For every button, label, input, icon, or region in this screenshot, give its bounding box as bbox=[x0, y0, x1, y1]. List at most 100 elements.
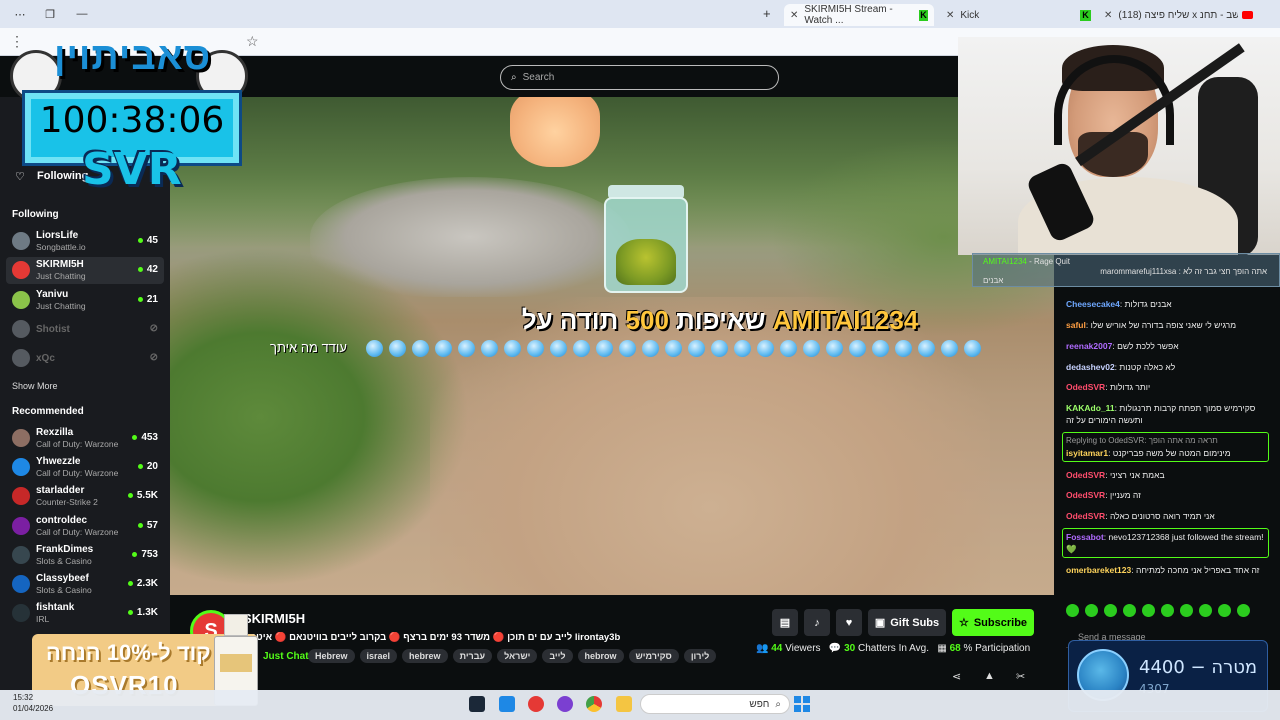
chrome-icon[interactable] bbox=[586, 696, 602, 712]
sidebar-item-fishtank[interactable]: fishtank IRL 1.3K bbox=[6, 600, 164, 627]
chat-username[interactable]: OdedSVR bbox=[1066, 382, 1105, 392]
chat-username[interactable]: OdedSVR bbox=[1066, 511, 1105, 521]
steam-icon[interactable] bbox=[469, 696, 485, 712]
chat-message[interactable]: omerbareket123: זה אחד באפריל אני מחכה ל… bbox=[1066, 564, 1276, 576]
water-drop-icon bbox=[803, 340, 820, 357]
sidebar-item-yanivu[interactable]: Yanivu Just Chatting 21 bbox=[6, 287, 164, 314]
chat-message[interactable]: OdedSVR: אני תמיד רואה סרטונים כאלה bbox=[1066, 510, 1276, 522]
sidebar-item-controldec[interactable]: controldec Call of Duty: Warzone 57 bbox=[6, 513, 164, 540]
report-icon[interactable]: ▲ bbox=[984, 670, 995, 682]
new-tab-button[interactable]: + bbox=[763, 6, 771, 21]
sidebar-heading: Recommended bbox=[12, 406, 84, 417]
chat-message[interactable]: Cheesecake4: אבנים גדולות bbox=[1066, 298, 1276, 310]
stream-tag[interactable]: Hebrew bbox=[308, 649, 355, 663]
clock-date: 01/04/2026 bbox=[13, 704, 54, 713]
emote-icon[interactable] bbox=[1161, 604, 1174, 617]
windows-start-icon[interactable] bbox=[794, 696, 810, 712]
stream-tag[interactable]: לירון bbox=[683, 649, 717, 663]
emote-icon[interactable] bbox=[1199, 604, 1212, 617]
chat-username[interactable]: Cheesecake4 bbox=[1066, 299, 1120, 309]
emote-icon[interactable] bbox=[1104, 604, 1117, 617]
theater-mode-button[interactable]: ▤ bbox=[772, 609, 798, 636]
chat-message[interactable]: OdedSVR: יותר גדולות bbox=[1066, 381, 1276, 393]
sidebar-item-liorslife[interactable]: LiorsLife Songbattle.io 45 bbox=[6, 228, 164, 255]
chat-text: מינימום המטה של משה פבריקנט bbox=[1112, 448, 1231, 458]
close-tab-icon[interactable]: ✕ bbox=[790, 10, 798, 21]
sidebar-item-xqc[interactable]: xQc ⊘ bbox=[6, 345, 164, 372]
emote-icon[interactable] bbox=[1123, 604, 1136, 617]
stream-tag[interactable]: ישראל bbox=[497, 649, 538, 663]
sidebar-item-yhwezzle[interactable]: Yhwezzle Call of Duty: Warzone 20 bbox=[6, 454, 164, 481]
app-icon[interactable] bbox=[528, 696, 544, 712]
gift-subs-button[interactable]: ▣ Gift Subs bbox=[868, 609, 946, 636]
emote-icon[interactable] bbox=[1180, 604, 1193, 617]
chat-username[interactable]: saful bbox=[1066, 320, 1086, 330]
stream-tag[interactable]: hebrow bbox=[577, 649, 624, 663]
sidebar-following-link[interactable]: Following bbox=[37, 170, 88, 182]
chat-username[interactable]: OdedSVR bbox=[1066, 490, 1105, 500]
sidebar-item-classybeef[interactable]: Classybeef Slots & Casino 2.3K bbox=[6, 571, 164, 598]
chat-message[interactable]: isyitamar1: מינימום המטה של משה פבריקנט bbox=[1066, 447, 1276, 459]
stream-tag[interactable]: לייב bbox=[542, 649, 573, 663]
subscribe-button[interactable]: ☆ Subscribe bbox=[952, 609, 1034, 636]
close-tab-icon[interactable]: ✕ bbox=[1104, 10, 1112, 21]
obs-icon[interactable] bbox=[557, 696, 573, 712]
sidebar-item-skirmi5h[interactable]: SKIRMI5H Just Chatting 42 bbox=[6, 257, 164, 284]
window-minimize-icon[interactable]: — bbox=[72, 8, 92, 20]
stream-tag[interactable]: hebrew bbox=[402, 649, 448, 663]
chat-username[interactable]: isyitamar1 bbox=[1066, 448, 1108, 458]
chat-username[interactable]: omerbareket123 bbox=[1066, 565, 1131, 575]
participation-icon: ▦ bbox=[937, 643, 947, 654]
chat-message[interactable]: reenak2007: אפשר ללכת לשם bbox=[1066, 340, 1276, 352]
chat-message[interactable]: saful: מרגיש לי שאני צופה בדורה של אוריש… bbox=[1066, 319, 1276, 331]
follow-button[interactable]: ♥ bbox=[836, 609, 862, 636]
water-drop-icon bbox=[964, 340, 981, 357]
viewers-count: 44 bbox=[771, 643, 783, 654]
video-player[interactable]: שאיפות 500 תודה על AMITAI1234 עודד מה אי… bbox=[170, 97, 1054, 595]
sidebar-item-name: controldec bbox=[36, 515, 88, 526]
chat-message[interactable]: Fossabot: nevo123712368 just followed th… bbox=[1066, 531, 1276, 555]
tab-kick[interactable]: ✕ Kick bbox=[940, 4, 1080, 26]
folder-icon[interactable] bbox=[616, 696, 632, 712]
clip-icon[interactable]: ✂ bbox=[1016, 670, 1025, 683]
chat-username[interactable]: OdedSVR bbox=[1066, 470, 1105, 480]
chat-username[interactable]: dedashev02 bbox=[1066, 362, 1115, 372]
emote-icon[interactable] bbox=[1142, 604, 1155, 617]
stream-tag[interactable]: עברית bbox=[452, 649, 493, 663]
window-restore-icon[interactable]: ❐ bbox=[40, 8, 60, 21]
more-icon[interactable]: ⋮ bbox=[10, 33, 24, 50]
show-more-button[interactable]: Show More bbox=[12, 381, 58, 391]
emote-icon[interactable] bbox=[1237, 604, 1250, 617]
chat-username[interactable]: reenak2007 bbox=[1066, 341, 1112, 351]
tab-youtube[interactable]: ✕ (118) שליח פיצה x דשב - תחנ... bbox=[1098, 4, 1268, 26]
stream-tag[interactable]: israel bbox=[359, 649, 398, 663]
chat-message[interactable]: OdedSVR: זה מעניין bbox=[1066, 489, 1276, 501]
close-tab-icon[interactable]: ✕ bbox=[946, 10, 954, 21]
sidebar-item-starladder[interactable]: starladder Counter-Strike 2 5.5K bbox=[6, 483, 164, 510]
taskbar-search[interactable]: חפש ⌕ bbox=[640, 694, 790, 714]
sidebar-item-category: Call of Duty: Warzone bbox=[36, 468, 119, 478]
sidebar-item-rexzilla[interactable]: Rexzilla Call of Duty: Warzone 453 bbox=[6, 425, 164, 452]
window-menu-icon[interactable]: ⋯ bbox=[10, 8, 30, 21]
stream-tag[interactable]: סקירמיש bbox=[628, 649, 679, 663]
emote-icon[interactable] bbox=[1066, 604, 1079, 617]
sidebar-item-shotist[interactable]: Shotist ⊘ bbox=[6, 316, 164, 343]
tab-skirmi5h[interactable]: ✕ SKIRMI5H Stream - Watch ... K bbox=[784, 4, 934, 26]
pinned-message[interactable]: AMITAI1234 - Rage Quit אתה הופך חצי גבר … bbox=[972, 253, 1280, 287]
share-icon[interactable]: ⋖ bbox=[952, 670, 961, 683]
chat-message[interactable]: OdedSVR: באמת אני רציני bbox=[1066, 469, 1276, 481]
chat-icon: 💬 bbox=[828, 643, 842, 654]
chat-message[interactable]: dedashev02: לא כאלה קטנות bbox=[1066, 361, 1276, 373]
search-input[interactable]: ⌕ Search bbox=[500, 65, 779, 90]
bookmark-star-icon[interactable]: ☆ bbox=[246, 33, 259, 50]
chat-message[interactable]: KAKAdo_11: סקירמיש סמוך תפתח קרבות תרנגו… bbox=[1066, 402, 1276, 426]
emote-icon[interactable] bbox=[1218, 604, 1231, 617]
water-drop-icon bbox=[389, 340, 406, 357]
chat-username[interactable]: KAKAdo_11 bbox=[1066, 403, 1115, 413]
emote-icon[interactable] bbox=[1085, 604, 1098, 617]
gift-subs-label: Gift Subs bbox=[890, 616, 940, 629]
notifications-button[interactable]: ♪ bbox=[804, 609, 830, 636]
chat-username[interactable]: Fossabot bbox=[1066, 532, 1104, 542]
sidebar-item-frankdimes[interactable]: FrankDimes Slots & Casino 753 bbox=[6, 542, 164, 569]
notes-icon[interactable] bbox=[499, 696, 515, 712]
